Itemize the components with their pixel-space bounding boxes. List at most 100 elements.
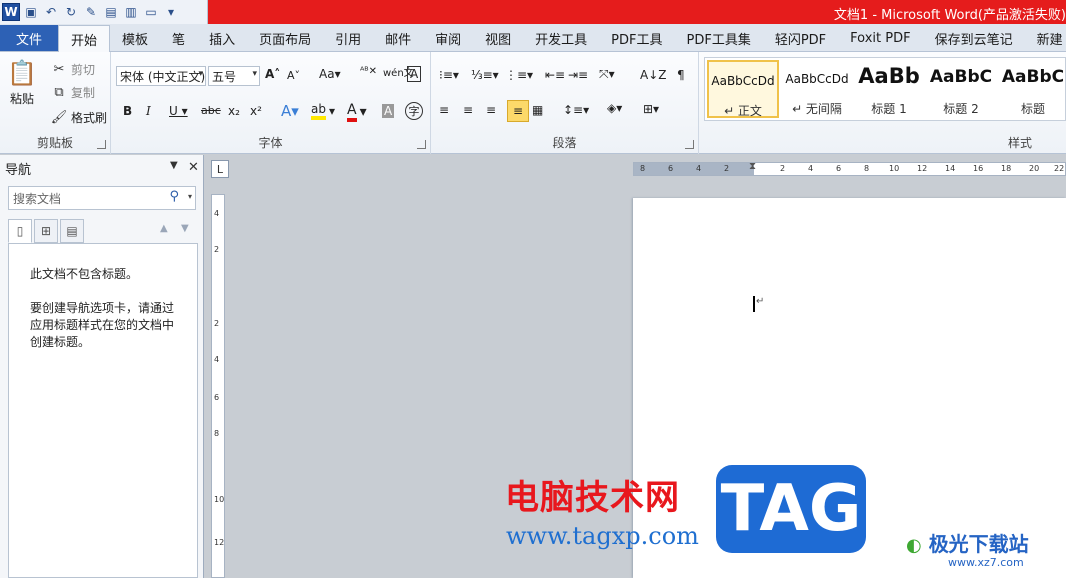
search-icon[interactable]: ⚲ [169,189,179,204]
tab-qingshan-pdf[interactable]: 轻闪PDF [763,25,838,51]
char-border-icon[interactable]: A [407,66,422,82]
tab-headings[interactable]: ▯ [8,219,32,243]
clipboard-launcher-icon[interactable] [97,140,106,149]
new-doc-icon[interactable]: ▥ [122,3,140,21]
paste-button[interactable]: 📋 粘贴 [7,58,37,107]
cut-button[interactable]: ✂ 剪切 [50,60,95,78]
font-size-combo[interactable]: 五号 ▾ [208,66,260,86]
tab-page-layout[interactable]: 页面布局 [247,25,323,51]
tab-home[interactable]: 开始 [58,25,111,52]
next-icon[interactable]: ▼ [181,223,189,234]
subscript-icon[interactable]: x₂ [228,104,240,118]
save-icon[interactable]: ▣ [22,3,40,21]
edit-icon[interactable]: ✎ [82,3,100,21]
nav-title: 导航 [5,162,32,178]
font-color-icon[interactable]: A ▾ [347,102,367,122]
ruler-tick: 2 [724,164,730,173]
bold-icon[interactable]: B [123,104,132,118]
format-painter-button[interactable]: 🖌 格式刷 [50,108,107,126]
shrink-font-icon[interactable]: A˅ [287,69,300,82]
tab-pdf-toolset[interactable]: PDF工具集 [675,25,763,51]
tab-mailings[interactable]: 邮件 [373,25,423,51]
ruler-tick: 6 [214,393,220,402]
tab-pages[interactable]: ⊞ [34,219,58,243]
previous-icon[interactable]: ▲ [160,223,168,234]
tab-template[interactable]: 模板 [110,25,160,51]
align-center-icon[interactable]: ≡ [463,103,473,117]
horizontal-ruler[interactable]: 8 6 4 2 2 4 6 8 10 12 14 16 18 20 22 ⧗ [633,161,1066,176]
tab-review[interactable]: 审阅 [423,25,473,51]
search-input[interactable]: 搜索文档 ⚲ ▾ [8,186,196,210]
chevron-down-icon[interactable]: ▾ [188,192,192,201]
indent-marker-icon[interactable]: ⧗ [749,161,756,172]
sort-icon[interactable]: A↓Z [640,68,666,82]
increase-indent-icon[interactable]: ⇥≡ [568,68,588,82]
copy-label: 复制 [71,85,96,100]
tab-developer[interactable]: 开发工具 [523,25,599,51]
print-preview-icon[interactable]: ▤ [102,3,120,21]
show-marks-icon[interactable]: ¶ [677,68,685,82]
close-icon[interactable]: ✕ [188,160,199,175]
font-name-combo[interactable]: 宋体 (中文正文) ▾ [116,66,206,86]
strikethrough-icon[interactable]: abc [201,104,221,117]
borders-icon[interactable]: ⊞▾ [643,102,659,116]
justify-icon[interactable]: ≡ [507,100,529,122]
tab-pdf-tools[interactable]: PDF工具 [599,25,674,51]
shading-icon[interactable]: ◈▾ [607,101,622,115]
text-effects-icon[interactable]: A▾ [281,102,299,120]
clear-format-icon[interactable]: ᴬᴮ✕ [360,66,377,77]
grow-font-icon[interactable]: A˄ [265,67,280,81]
ruler-tick: 8 [214,429,220,438]
customize-qat-icon[interactable]: ▾ [162,3,180,21]
copy-button[interactable]: ⧉ 复制 [50,83,95,101]
decrease-indent-icon[interactable]: ⇤≡ [545,68,565,82]
tab-new[interactable]: 新建 [1025,25,1066,51]
underline-icon[interactable]: U ▾ [169,104,188,118]
tab-save-cloud-notes[interactable]: 保存到云笔记 [923,25,1025,51]
tab-pen[interactable]: 笔 [160,25,197,51]
font-size-value: 五号 [212,69,237,84]
open-book-icon[interactable]: ▭ [142,3,160,21]
asian-layout-icon[interactable]: ⤧▾ [599,67,615,82]
paragraph-launcher-icon[interactable] [685,140,694,149]
clipboard-icon: 📋 [7,59,37,87]
bullets-icon[interactable]: ⁝≡▾ [439,68,459,82]
enclose-char-icon[interactable]: 字 [405,102,423,120]
ruler-tick: 12 [917,164,928,173]
font-launcher-icon[interactable] [417,140,426,149]
redo-icon[interactable]: ↻ [62,3,80,21]
line-spacing-icon[interactable]: ↕≡▾ [563,103,589,117]
highlight-icon[interactable]: ab ▾ [311,102,335,120]
numbering-icon[interactable]: ⅓≡▾ [471,68,499,82]
tab-foxit-pdf[interactable]: Foxit PDF [838,25,922,51]
change-case-icon[interactable]: Aa▾ [319,67,341,81]
ruler-tick: 4 [214,209,220,218]
word-logo-icon[interactable]: W [2,3,20,21]
tab-results[interactable]: ▤ [60,219,84,243]
chevron-down-icon: ▾ [252,69,257,79]
tab-insert[interactable]: 插入 [197,25,247,51]
paragraph-group-label: 段落 [552,136,577,150]
align-left-icon[interactable]: ≡ [439,103,449,117]
undo-icon[interactable]: ↶ [42,3,60,21]
watermark-brand2: ◐ 极光下载站 [906,528,1029,557]
distributed-icon[interactable]: ▦ [532,103,543,117]
aurora-logo-icon: ◐ [906,535,922,556]
tab-file[interactable]: 文件 [0,25,59,51]
ruler-tick: 2 [214,245,220,254]
nav-options-icon[interactable]: ▼ [170,160,178,171]
align-right-icon[interactable]: ≡ [486,103,496,117]
tab-view[interactable]: 视图 [473,25,523,51]
ruler-tick: 20 [1029,164,1040,173]
superscript-icon[interactable]: x² [250,104,262,118]
vertical-ruler[interactable]: 4 2 2 4 6 8 10 12 [211,194,225,578]
italic-icon[interactable]: I [146,104,151,118]
multilevel-list-icon[interactable]: ⋮≡▾ [505,68,533,82]
nav-empty-message: 此文档不包含标题。 [30,267,139,281]
char-shading-icon[interactable]: A [382,104,395,118]
tab-references[interactable]: 引用 [323,25,373,51]
clipboard-group: 📋 粘贴 ✂ 剪切 ⧉ 复制 🖌 格式刷 剪贴板 [0,52,111,154]
ruler-tick: 4 [214,355,220,364]
tab-stop-selector[interactable]: L [211,160,229,178]
font-name-value: 宋体 (中文正文) [120,69,206,84]
